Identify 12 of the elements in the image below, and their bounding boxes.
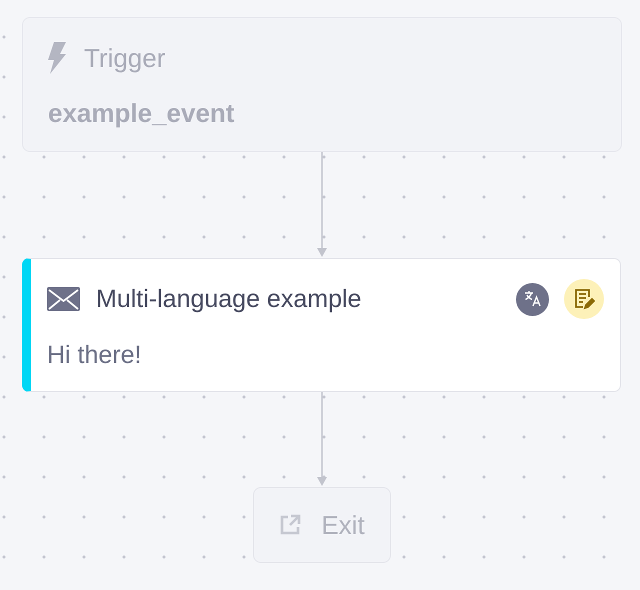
translate-icon[interactable] [516, 282, 549, 316]
external-link-icon [279, 514, 302, 536]
trigger-card[interactable]: Trigger example_event [22, 17, 622, 152]
lightning-icon [48, 42, 66, 74]
envelope-icon [47, 287, 80, 311]
event-name: example_event [48, 98, 236, 129]
message-card[interactable]: Multi-language example Hi there! [22, 258, 621, 392]
exit-button[interactable]: Exit [253, 487, 391, 563]
message-body: Hi there! [47, 341, 142, 370]
message-title: Multi-language example [96, 284, 362, 314]
note-edit-icon[interactable] [564, 279, 604, 319]
trigger-label: Trigger [84, 42, 166, 74]
